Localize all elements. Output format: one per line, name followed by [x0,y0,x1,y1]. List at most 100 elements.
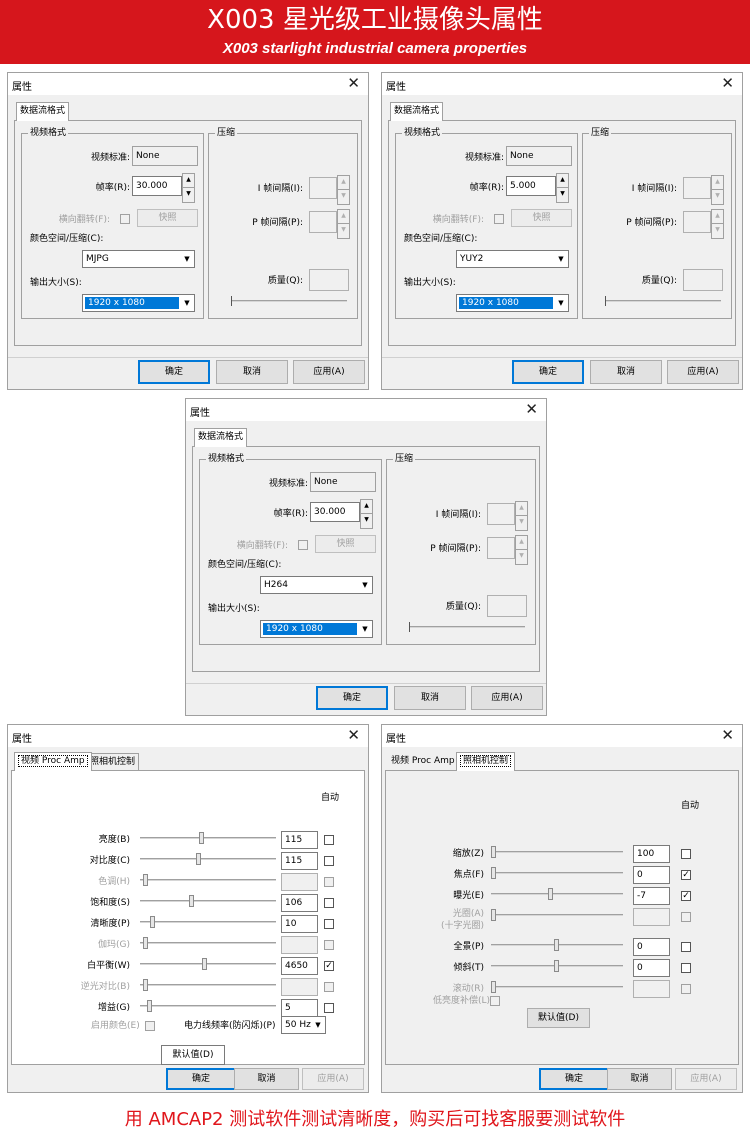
row-value[interactable]: 106 [281,894,318,912]
title-bar[interactable]: 属性 ✕ [8,725,368,747]
chevron-down-icon[interactable]: ▼ [180,251,194,267]
cancel-button[interactable]: 取消 [216,360,288,384]
value-slider[interactable] [491,959,623,973]
tab-camera-control[interactable]: 照相机控制 [456,752,516,771]
row-value[interactable]: -7 [633,887,670,905]
framerate-input[interactable]: 30.000 [310,502,360,522]
value-slider[interactable] [140,999,276,1013]
row-value[interactable]: 0 [633,959,670,977]
title-bar[interactable]: 属性 ✕ [382,725,742,747]
slider-thumb[interactable] [491,867,496,879]
colorspace-select[interactable]: YUY2 ▼ [456,250,569,268]
spin-up-icon[interactable]: ▲ [557,174,568,188]
tab-stream-format[interactable]: 数据流格式 [390,102,444,121]
row-value[interactable]: 115 [281,852,318,870]
auto-checkbox[interactable]: ✓ [681,870,691,880]
chevron-down-icon[interactable]: ▼ [554,251,568,267]
title-bar[interactable]: 属性 ✕ [186,399,546,421]
value-slider[interactable] [140,894,276,908]
ok-button[interactable]: 确定 [512,360,584,384]
spin-up-icon[interactable]: ▲ [183,174,194,188]
value-slider[interactable] [140,852,276,866]
colorspace-select[interactable]: H264 ▼ [260,576,373,594]
spin-buttons[interactable]: ▲ ▼ [360,499,373,529]
row-value[interactable]: 0 [633,938,670,956]
slider-thumb[interactable] [147,1000,152,1012]
close-icon[interactable]: ✕ [721,726,734,744]
tab-proc-amp[interactable]: 视频 Proc Amp [14,752,92,771]
cancel-button[interactable]: 取消 [590,360,662,384]
slider-thumb[interactable] [150,916,155,928]
spin-down-icon[interactable]: ▼ [557,188,568,202]
framerate-input[interactable]: 5.000 [506,176,556,196]
title-bar[interactable]: 属性 ✕ [8,73,368,95]
chevron-down-icon[interactable]: ▼ [358,621,372,637]
default-button[interactable]: 默认值(D) [527,1008,590,1028]
row-value[interactable]: 4650 [281,957,318,975]
chevron-down-icon[interactable]: ▼ [180,295,194,311]
cancel-button[interactable]: 取消 [234,1068,299,1090]
close-icon[interactable]: ✕ [721,74,734,92]
row-value[interactable]: 5 [281,999,318,1017]
spin-down-icon[interactable]: ▼ [361,514,372,528]
close-icon[interactable]: ✕ [347,74,360,92]
output-size-select[interactable]: 1920 x 1080 ▼ [82,294,195,312]
chevron-down-icon[interactable]: ▼ [358,577,372,593]
auto-checkbox[interactable] [324,1003,334,1013]
value-slider[interactable] [491,845,623,859]
slider-thumb[interactable] [554,960,559,972]
auto-checkbox[interactable] [324,856,334,866]
close-icon[interactable]: ✕ [525,400,538,418]
value-slider[interactable] [140,957,276,971]
powerline-select[interactable]: 50 Hz ▼ [281,1016,326,1034]
colorspace-select[interactable]: MJPG ▼ [82,250,195,268]
spin-buttons[interactable]: ▲ ▼ [182,173,195,203]
row-value[interactable]: 115 [281,831,318,849]
auto-checkbox[interactable] [681,963,691,973]
row-value[interactable]: 10 [281,915,318,933]
auto-checkbox[interactable] [324,898,334,908]
slider-thumb[interactable] [189,895,194,907]
spin-down-icon[interactable]: ▼ [183,188,194,202]
auto-checkbox[interactable]: ✓ [681,891,691,901]
auto-checkbox[interactable] [681,942,691,952]
auto-checkbox[interactable] [324,919,334,929]
tab-stream-format[interactable]: 数据流格式 [16,102,70,121]
slider-thumb[interactable] [554,939,559,951]
title-bar[interactable]: 属性 ✕ [382,73,742,95]
slider-thumb[interactable] [202,958,207,970]
spin-up-icon[interactable]: ▲ [361,500,372,514]
ok-button[interactable]: 确定 [539,1068,609,1090]
value-slider[interactable] [491,866,623,880]
value-slider[interactable] [140,831,276,845]
slider-thumb[interactable] [491,846,496,858]
row-value[interactable]: 0 [633,866,670,884]
cancel-button[interactable]: 取消 [394,686,466,710]
tab-stream-format[interactable]: 数据流格式 [194,428,248,447]
chevron-down-icon[interactable]: ▼ [311,1017,325,1033]
cancel-button[interactable]: 取消 [607,1068,672,1090]
value-slider[interactable] [140,915,276,929]
ok-button[interactable]: 确定 [166,1068,236,1090]
framerate-input[interactable]: 30.000 [132,176,182,196]
value-slider[interactable] [491,887,623,901]
slider-thumb[interactable] [199,832,204,844]
value-slider[interactable] [491,938,623,952]
chevron-down-icon[interactable]: ▼ [554,295,568,311]
output-size-select[interactable]: 1920 x 1080 ▼ [260,620,373,638]
spin-buttons[interactable]: ▲ ▼ [556,173,569,203]
output-size-select[interactable]: 1920 x 1080 ▼ [456,294,569,312]
default-button[interactable]: 默认值(D) [161,1045,225,1065]
close-icon[interactable]: ✕ [347,726,360,744]
auto-checkbox[interactable] [324,835,334,845]
row-value[interactable]: 100 [633,845,670,863]
auto-checkbox[interactable] [681,849,691,859]
apply-button[interactable]: 应用(A) [667,360,739,384]
slider-thumb[interactable] [548,888,553,900]
apply-button[interactable]: 应用(A) [293,360,365,384]
ok-button[interactable]: 确定 [316,686,388,710]
apply-button[interactable]: 应用(A) [471,686,543,710]
ok-button[interactable]: 确定 [138,360,210,384]
auto-checkbox[interactable]: ✓ [324,961,334,971]
slider-thumb[interactable] [196,853,201,865]
